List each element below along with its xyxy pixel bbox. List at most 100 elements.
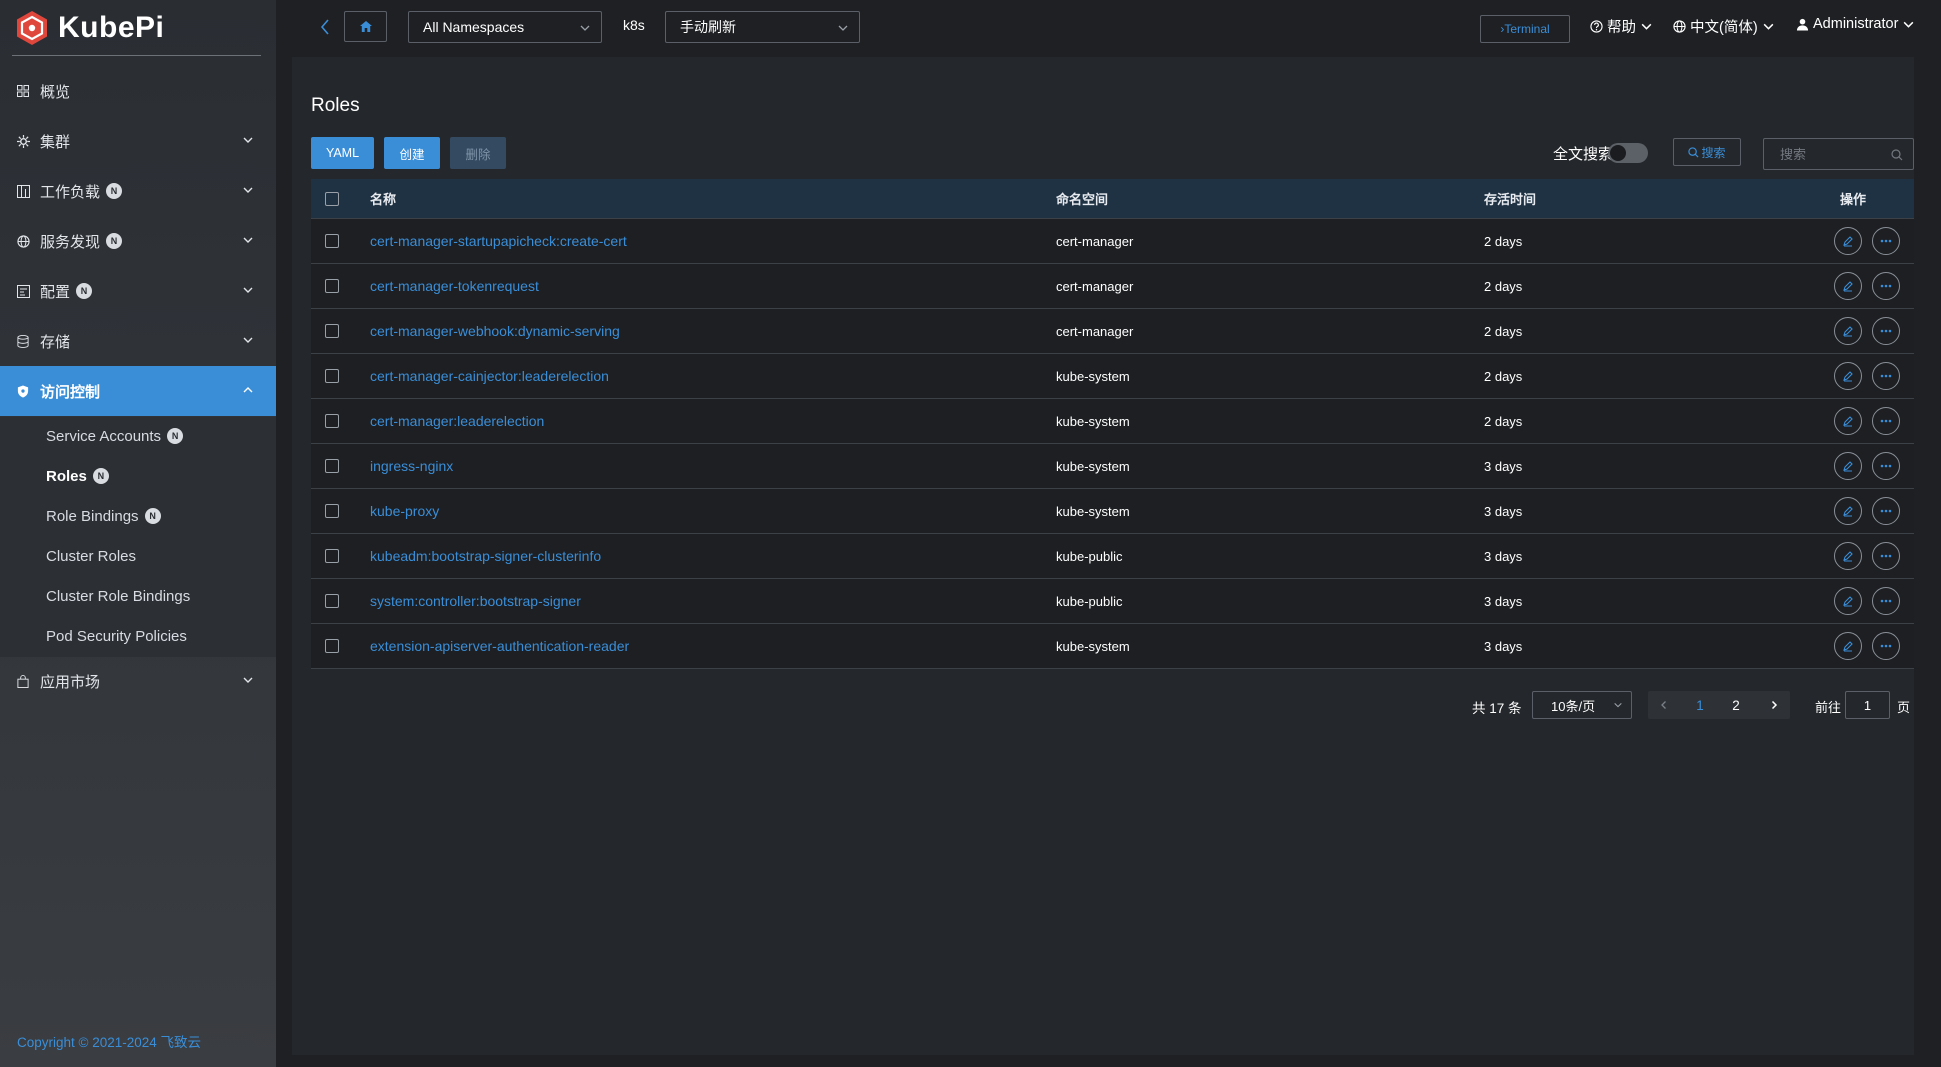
edit-button[interactable] bbox=[1834, 587, 1862, 615]
role-name-link[interactable]: kube-proxy bbox=[370, 503, 439, 519]
role-namespace: cert-manager bbox=[1056, 323, 1134, 339]
role-name-link[interactable]: cert-manager-cainjector:leaderelection bbox=[370, 368, 609, 384]
chevron-down-icon bbox=[580, 25, 590, 31]
nav-label: 概览 bbox=[40, 83, 71, 101]
more-actions-button[interactable] bbox=[1872, 497, 1900, 525]
goto-page-input[interactable] bbox=[1845, 691, 1890, 719]
logo-divider bbox=[12, 55, 261, 56]
nav-item-storage[interactable]: 存储 bbox=[0, 316, 276, 366]
edit-button[interactable] bbox=[1834, 407, 1862, 435]
logo[interactable]: KubePi bbox=[14, 6, 164, 50]
sub-item-cluster-roles[interactable]: Cluster Roles bbox=[46, 541, 136, 571]
row-checkbox[interactable] bbox=[325, 459, 339, 473]
role-name-link[interactable]: extension-apiserver-authentication-reade… bbox=[370, 638, 629, 654]
delete-button[interactable]: 删除 bbox=[450, 137, 506, 169]
nav-item-cluster[interactable]: 集群 bbox=[0, 116, 276, 166]
edit-button[interactable] bbox=[1834, 272, 1862, 300]
create-button[interactable]: 创建 bbox=[384, 137, 440, 169]
nav-label: 存储 bbox=[40, 333, 71, 351]
search-button[interactable]: 搜索 bbox=[1673, 138, 1741, 166]
prev-page-button[interactable] bbox=[1650, 691, 1678, 719]
next-page-button[interactable] bbox=[1760, 691, 1788, 719]
role-name-link[interactable]: cert-manager-tokenrequest bbox=[370, 278, 539, 294]
cluster-name: k8s bbox=[623, 17, 645, 33]
role-name-link[interactable]: cert-manager-webhook:dynamic-serving bbox=[370, 323, 620, 339]
sub-item-pod-security-policies[interactable]: Pod Security Policies bbox=[46, 621, 187, 651]
more-actions-button[interactable] bbox=[1872, 542, 1900, 570]
role-name-link[interactable]: ingress-nginx bbox=[370, 458, 453, 474]
page-size-select[interactable]: 10条/页 bbox=[1532, 691, 1632, 719]
edit-icon bbox=[1843, 236, 1853, 247]
ellipsis-icon bbox=[1880, 509, 1892, 513]
page-2-button[interactable]: 2 bbox=[1722, 691, 1750, 719]
row-checkbox[interactable] bbox=[325, 369, 339, 383]
role-name-link[interactable]: system:controller:bootstrap-signer bbox=[370, 593, 581, 609]
more-actions-button[interactable] bbox=[1872, 632, 1900, 660]
search-icon bbox=[1891, 149, 1903, 161]
role-name-link[interactable]: cert-manager:leaderelection bbox=[370, 413, 544, 429]
home-button[interactable] bbox=[344, 11, 387, 42]
table-row: extension-apiserver-authentication-reade… bbox=[311, 624, 1914, 669]
select-all-checkbox[interactable] bbox=[325, 191, 339, 206]
edit-button[interactable] bbox=[1834, 632, 1862, 660]
help-menu[interactable]: 帮助 bbox=[1590, 16, 1653, 37]
role-namespace: kube-system bbox=[1056, 413, 1130, 429]
more-actions-button[interactable] bbox=[1872, 227, 1900, 255]
sub-item-cluster-role-bindings[interactable]: Cluster Role Bindings bbox=[46, 581, 190, 611]
edit-button[interactable] bbox=[1834, 452, 1862, 480]
language-menu[interactable]: 中文(简体) bbox=[1673, 16, 1775, 37]
edit-button[interactable] bbox=[1834, 227, 1862, 255]
roles-table: 名称 命名空间 存活时间 操作 cert-manager-startupapic… bbox=[311, 179, 1914, 669]
row-checkbox[interactable] bbox=[325, 414, 339, 428]
more-actions-button[interactable] bbox=[1872, 362, 1900, 390]
nav-item-access-control[interactable]: 访问控制 bbox=[0, 366, 276, 416]
chevron-down-icon bbox=[243, 187, 253, 193]
ellipsis-icon bbox=[1880, 464, 1892, 468]
row-checkbox[interactable] bbox=[325, 279, 339, 293]
terminal-button[interactable]: › Terminal bbox=[1480, 15, 1570, 43]
more-actions-button[interactable] bbox=[1872, 452, 1900, 480]
nav-item-service-discovery[interactable]: 服务发现 N bbox=[0, 216, 276, 266]
edit-icon bbox=[1843, 551, 1853, 562]
role-name-link[interactable]: kubeadm:bootstrap-signer-clusterinfo bbox=[370, 548, 601, 564]
row-checkbox[interactable] bbox=[325, 594, 339, 608]
role-age: 3 days bbox=[1484, 458, 1523, 474]
row-checkbox[interactable] bbox=[325, 639, 339, 653]
user-menu[interactable]: Administrator bbox=[1796, 16, 1915, 32]
new-badge: N bbox=[92, 468, 109, 484]
role-name-link[interactable]: cert-manager-startupapicheck:create-cert bbox=[370, 233, 627, 249]
ellipsis-icon bbox=[1880, 419, 1892, 423]
nav-label: 服务发现 bbox=[40, 233, 101, 251]
question-circle-icon bbox=[1590, 20, 1603, 33]
more-actions-button[interactable] bbox=[1872, 317, 1900, 345]
namespace-select[interactable]: All Namespaces bbox=[408, 11, 602, 43]
more-actions-button[interactable] bbox=[1872, 407, 1900, 435]
refresh-select[interactable]: 手动刷新 bbox=[665, 11, 860, 43]
page-1-button[interactable]: 1 bbox=[1686, 691, 1714, 719]
row-checkbox[interactable] bbox=[325, 234, 339, 248]
shield-icon bbox=[16, 384, 30, 398]
row-checkbox[interactable] bbox=[325, 549, 339, 563]
nav-item-config[interactable]: 配置 N bbox=[0, 266, 276, 316]
table-header: 名称 命名空间 存活时间 操作 bbox=[311, 179, 1914, 219]
more-actions-button[interactable] bbox=[1872, 587, 1900, 615]
nav-item-app-market[interactable]: 应用市场 bbox=[0, 656, 276, 706]
sub-item-service-accounts[interactable]: Service Accounts N bbox=[46, 421, 184, 451]
fulltext-search-toggle[interactable] bbox=[1608, 143, 1648, 163]
yaml-button[interactable]: YAML bbox=[311, 137, 374, 169]
sub-item-role-bindings[interactable]: Role Bindings N bbox=[46, 501, 161, 531]
ellipsis-icon bbox=[1880, 374, 1892, 378]
more-actions-button[interactable] bbox=[1872, 272, 1900, 300]
nav-item-overview[interactable]: 概览 bbox=[0, 66, 276, 116]
row-checkbox[interactable] bbox=[325, 324, 339, 338]
sub-item-roles[interactable]: Roles N bbox=[46, 461, 109, 491]
edit-button[interactable] bbox=[1834, 497, 1862, 525]
edit-button[interactable] bbox=[1834, 542, 1862, 570]
edit-button[interactable] bbox=[1834, 317, 1862, 345]
nav-item-workloads[interactable]: 工作负载 N bbox=[0, 166, 276, 216]
new-badge: N bbox=[167, 428, 184, 444]
back-arrow-icon[interactable] bbox=[316, 14, 334, 40]
edit-button[interactable] bbox=[1834, 362, 1862, 390]
edit-icon bbox=[1843, 416, 1853, 427]
row-checkbox[interactable] bbox=[325, 504, 339, 518]
